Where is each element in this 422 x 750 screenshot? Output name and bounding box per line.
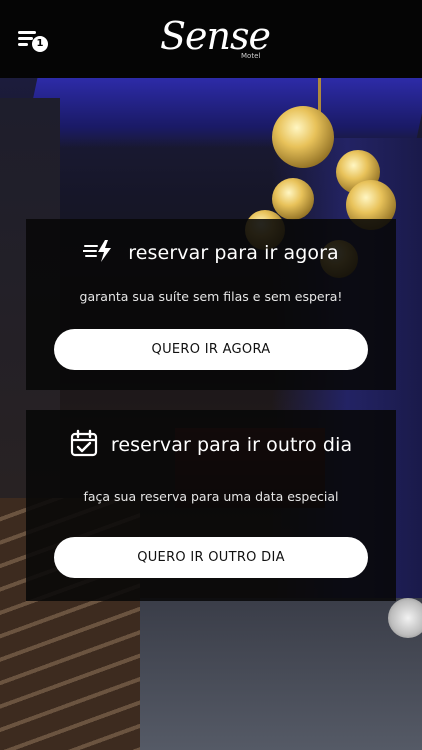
app-header: 1 Sense Motel bbox=[0, 0, 422, 78]
chandelier-globe bbox=[272, 106, 334, 168]
chandelier-globe bbox=[272, 178, 314, 220]
reserve-now-description: garanta sua suíte sem filas e sem espera… bbox=[79, 289, 343, 304]
reserve-later-card: reservar para ir outro dia faça sua rese… bbox=[26, 410, 396, 601]
menu-button[interactable]: 1 bbox=[16, 26, 50, 56]
app-screen: 1 Sense Motel reservar para ir agora gar… bbox=[0, 0, 422, 750]
reserve-now-card: reservar para ir agora garanta sua suíte… bbox=[26, 219, 396, 390]
reserve-later-title: reservar para ir outro dia bbox=[110, 434, 353, 456]
go-now-button[interactable]: QUERO IR AGORA bbox=[54, 329, 368, 370]
reserve-now-header: reservar para ir agora bbox=[26, 239, 396, 271]
menu-icon-bar bbox=[18, 43, 28, 46]
logo-subtext: Motel bbox=[241, 52, 261, 60]
notification-badge: 1 bbox=[32, 36, 48, 52]
menu-icon-bar bbox=[18, 31, 36, 34]
calendar-check-icon bbox=[70, 429, 98, 461]
brand-logo: Sense Motel bbox=[160, 14, 271, 64]
go-another-day-button[interactable]: QUERO IR OUTRO DIA bbox=[54, 537, 368, 578]
fast-lightning-icon bbox=[82, 239, 115, 267]
sink bbox=[388, 598, 422, 638]
reserve-later-header: reservar para ir outro dia bbox=[26, 429, 396, 461]
menu-icon-bar bbox=[18, 37, 33, 40]
reserve-later-description: faça sua reserva para uma data especial bbox=[83, 489, 339, 504]
reserve-now-title: reservar para ir agora bbox=[128, 242, 339, 264]
